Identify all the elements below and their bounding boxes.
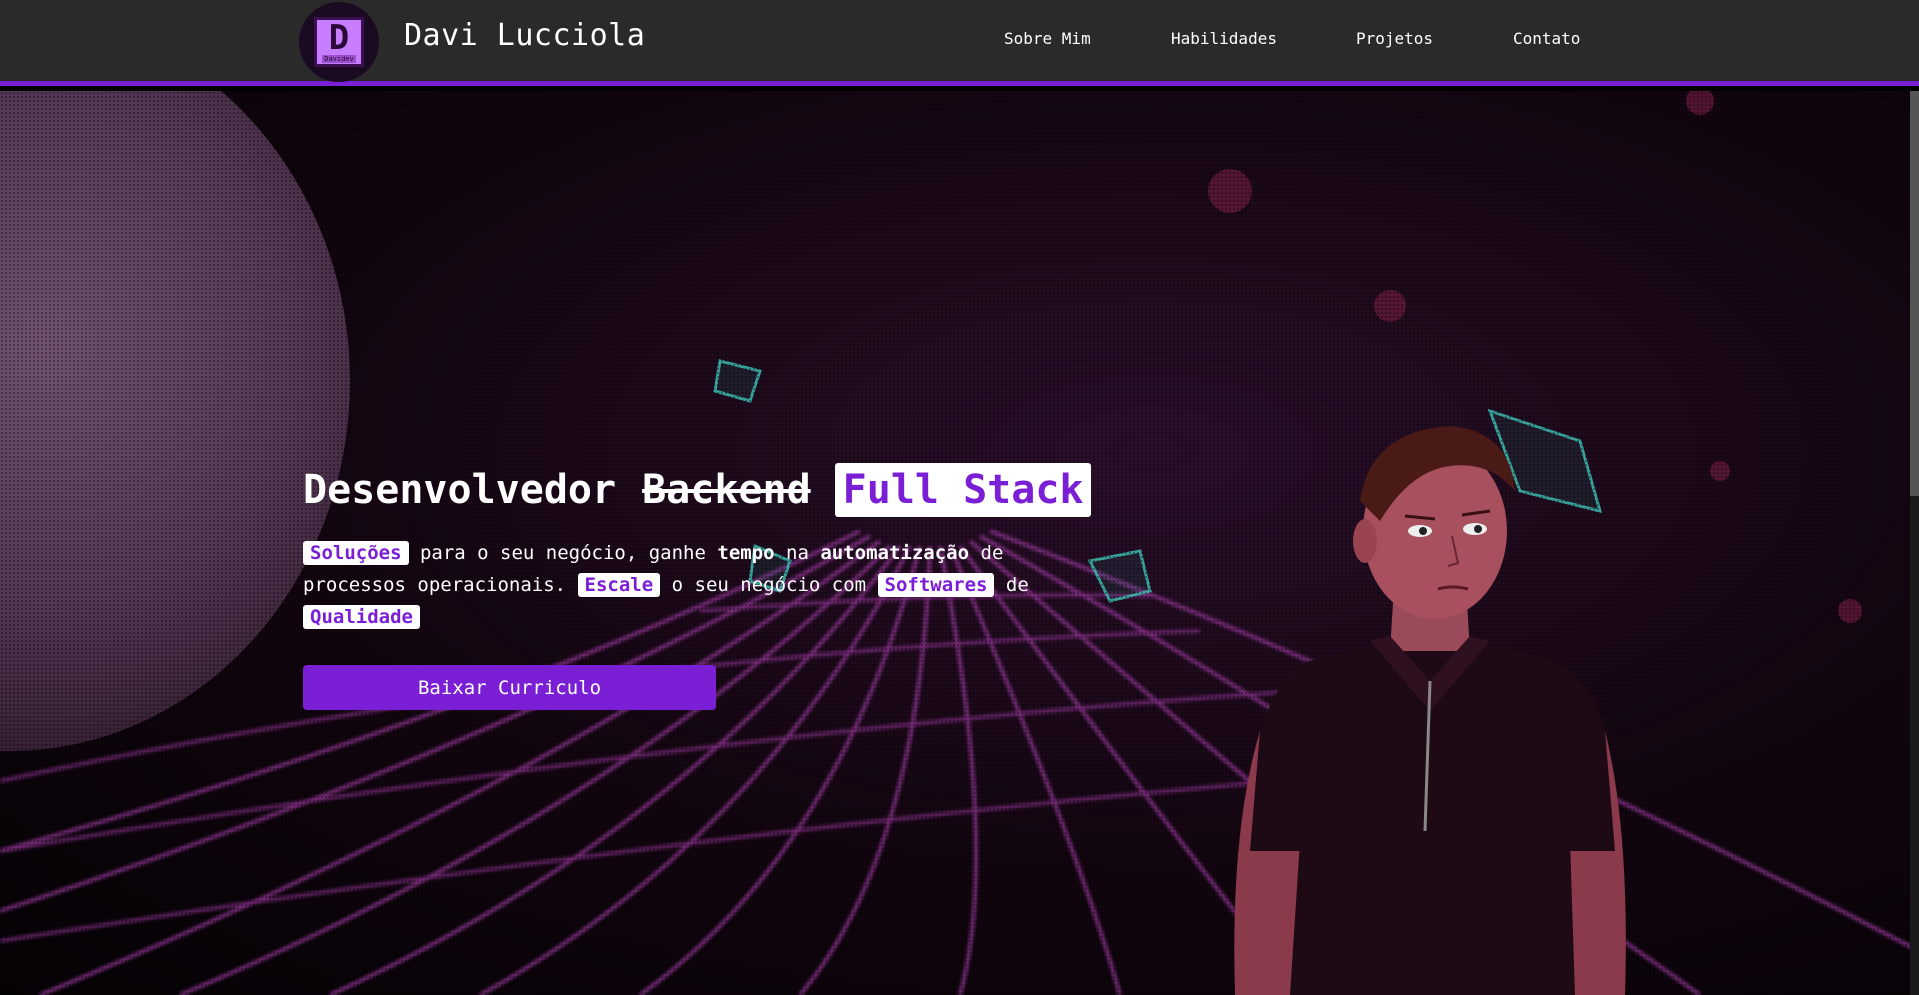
site-header: D Davidev Davi Lucciola Sobre Mim Habili… bbox=[0, 0, 1919, 86]
logo-badge: D Davidev bbox=[314, 17, 364, 67]
highlight-qualidade: Qualidade bbox=[303, 605, 420, 629]
bold-automatizacao: automatização bbox=[820, 542, 970, 564]
para-text-4: o seu negócio com bbox=[660, 574, 878, 596]
logo-icon[interactable]: D Davidev bbox=[299, 2, 379, 82]
download-resume-button[interactable]: Baixar Curriculo bbox=[303, 665, 716, 710]
para-text-5: de bbox=[994, 574, 1029, 596]
hero-headline: Desenvolvedor Backend Full Stack bbox=[303, 463, 1092, 517]
nav-sobre-mim[interactable]: Sobre Mim bbox=[1004, 29, 1091, 48]
site-title[interactable]: Davi Lucciola bbox=[404, 18, 645, 53]
bold-tempo: tempo bbox=[717, 542, 775, 564]
character-illustration bbox=[1234, 426, 1626, 995]
nav-habilidades[interactable]: Habilidades bbox=[1171, 29, 1277, 48]
hero-section: Desenvolvedor Backend Full Stack Soluçõe… bbox=[0, 91, 1919, 995]
highlight-escale: Escale bbox=[577, 573, 661, 597]
highlight-softwares: Softwares bbox=[877, 573, 995, 597]
nav-contato[interactable]: Contato bbox=[1513, 29, 1580, 48]
scrollbar-thumb[interactable] bbox=[1910, 91, 1919, 496]
para-text-1: para o seu negócio, ganhe bbox=[408, 542, 718, 564]
headline-strikethrough: Backend bbox=[642, 467, 811, 513]
headline-badge: Full Stack bbox=[834, 463, 1092, 517]
nav-projetos[interactable]: Projetos bbox=[1356, 29, 1433, 48]
logo-letter: D bbox=[328, 18, 350, 58]
hero-description: Soluções para o seu negócio, ganhe tempo… bbox=[303, 537, 1093, 633]
logo-subtext: Davidev bbox=[322, 55, 356, 63]
highlight-solucoes: Soluções bbox=[303, 541, 409, 565]
para-text-2: na bbox=[774, 542, 821, 564]
headline-prefix: Desenvolvedor bbox=[303, 467, 617, 513]
